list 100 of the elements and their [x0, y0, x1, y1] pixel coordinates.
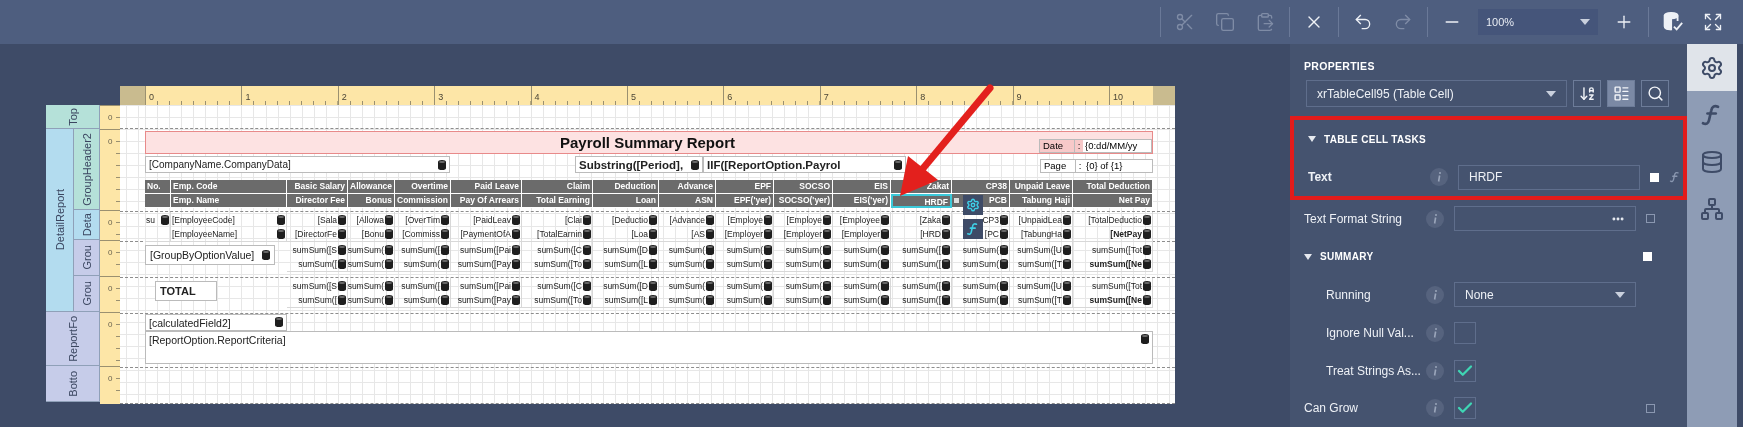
database-icon[interactable] [823, 281, 831, 291]
database-icon[interactable] [881, 229, 889, 239]
database-icon[interactable] [338, 295, 346, 305]
database-icon[interactable] [942, 245, 950, 255]
database-icon[interactable] [277, 229, 285, 239]
caret-icon[interactable] [1580, 19, 1590, 25]
database-icon[interactable] [583, 215, 591, 225]
database-icon[interactable] [583, 281, 591, 291]
database-icon[interactable] [691, 159, 699, 170]
info-icon[interactable] [1426, 361, 1444, 380]
database-icon[interactable] [583, 259, 591, 269]
database-icon[interactable] [1000, 229, 1008, 239]
list-icon[interactable] [1612, 85, 1630, 102]
database-check-icon[interactable] [1662, 11, 1684, 33]
database-icon[interactable] [583, 295, 591, 305]
database-icon[interactable] [1063, 245, 1071, 255]
database-icon[interactable] [764, 229, 772, 239]
database-icon[interactable] [1000, 295, 1008, 305]
database-icon[interactable] [338, 281, 346, 291]
table-header-cell[interactable]: Commission [395, 194, 451, 208]
database-icon[interactable] [706, 281, 714, 291]
collapse-icon[interactable] [1304, 252, 1312, 261]
resize-handle[interactable] [953, 197, 960, 204]
hierarchy-icon[interactable] [1700, 196, 1724, 221]
database-icon[interactable] [1143, 295, 1151, 305]
checkbox[interactable] [1454, 359, 1476, 382]
database-icon[interactable] [1000, 245, 1008, 255]
table-header-cell[interactable]: HRDF [891, 194, 952, 208]
table-header-cell[interactable]: Bonus [348, 194, 395, 208]
database-icon[interactable] [512, 281, 520, 291]
modified-marker[interactable] [1646, 214, 1655, 224]
gear-icon[interactable] [1700, 55, 1724, 80]
band-label[interactable]: Top [46, 105, 100, 129]
database-icon[interactable] [649, 215, 657, 225]
collapse-icon[interactable] [1308, 135, 1316, 143]
database-icon[interactable] [706, 229, 714, 239]
database-icon[interactable] [649, 281, 657, 291]
band-label[interactable]: Grou [74, 276, 100, 312]
info-icon[interactable] [1430, 168, 1448, 186]
database-icon[interactable] [706, 245, 714, 255]
database-icon[interactable] [881, 259, 889, 269]
band-label[interactable]: Deta [74, 210, 100, 240]
database-icon[interactable] [881, 215, 889, 225]
table-header-cell[interactable]: EPF('yer) [716, 194, 774, 208]
database-icon[interactable] [942, 229, 950, 239]
database-icon[interactable] [338, 229, 346, 239]
undo-icon[interactable] [1353, 12, 1373, 32]
database-icon[interactable] [1063, 215, 1071, 225]
database-icon[interactable] [823, 215, 831, 225]
table-header-cell[interactable]: Total Earning [522, 194, 593, 208]
database-icon[interactable] [338, 259, 346, 269]
database-icon[interactable] [1143, 215, 1151, 225]
table-header-cell[interactable]: Emp. Name [171, 194, 287, 208]
database-icon[interactable] [441, 259, 449, 269]
search-icon[interactable] [1646, 85, 1664, 102]
database-icon[interactable] [823, 295, 831, 305]
info-icon[interactable] [1426, 285, 1444, 304]
database-icon[interactable] [385, 259, 393, 269]
database-icon[interactable] [512, 259, 520, 269]
table-header-cell[interactable]: Loan [593, 194, 659, 208]
database-icon[interactable] [1143, 229, 1151, 239]
database-icon[interactable] [649, 229, 657, 239]
database-icon[interactable] [881, 281, 889, 291]
band-label[interactable]: ReportFo [46, 312, 100, 366]
table-header-cell[interactable]: Tabung Haji [1010, 194, 1073, 208]
database-icon[interactable] [649, 259, 657, 269]
table-header-cell[interactable]: EIS('yer) [833, 194, 891, 208]
database-icon[interactable] [942, 281, 950, 291]
database-icon[interactable] [385, 229, 393, 239]
text-field[interactable]: HRDF [1458, 164, 1640, 190]
band-label[interactable]: GroupHeader2 [74, 129, 100, 210]
database-icon[interactable] [942, 295, 950, 305]
database-icon[interactable] [1063, 229, 1071, 239]
table-header-cell[interactable] [145, 194, 171, 208]
database-icon[interactable] [1000, 215, 1008, 225]
database-icon[interactable] [942, 215, 950, 225]
database-icon[interactable] [764, 215, 772, 225]
database-icon[interactable] [1143, 281, 1151, 291]
band-label[interactable]: DetailReport [46, 129, 74, 312]
database-icon[interactable] [512, 295, 520, 305]
zoom-select[interactable]: 100% [1478, 9, 1598, 35]
modified-marker[interactable] [1646, 403, 1655, 413]
database-icon[interactable] [385, 281, 393, 291]
database-icon[interactable] [441, 295, 449, 305]
table-header-cell[interactable]: Net Pay [1073, 194, 1153, 208]
checkbox[interactable] [1454, 321, 1476, 344]
database-icon[interactable] [512, 245, 520, 255]
sort-button[interactable] [1573, 80, 1601, 107]
database-icon[interactable] [512, 215, 520, 225]
database-icon[interactable] [1143, 245, 1151, 255]
info-icon[interactable] [1426, 323, 1444, 342]
info-icon[interactable] [1426, 209, 1444, 228]
format-field[interactable] [1454, 206, 1636, 232]
band-label[interactable]: Botto [46, 366, 100, 402]
expand-icon[interactable] [1703, 12, 1723, 32]
database-icon[interactable] [441, 245, 449, 255]
database-icon[interactable] [1063, 295, 1071, 305]
database-icon[interactable] [649, 245, 657, 255]
database-icon[interactable] [262, 250, 270, 260]
database-icon[interactable] [385, 215, 393, 225]
